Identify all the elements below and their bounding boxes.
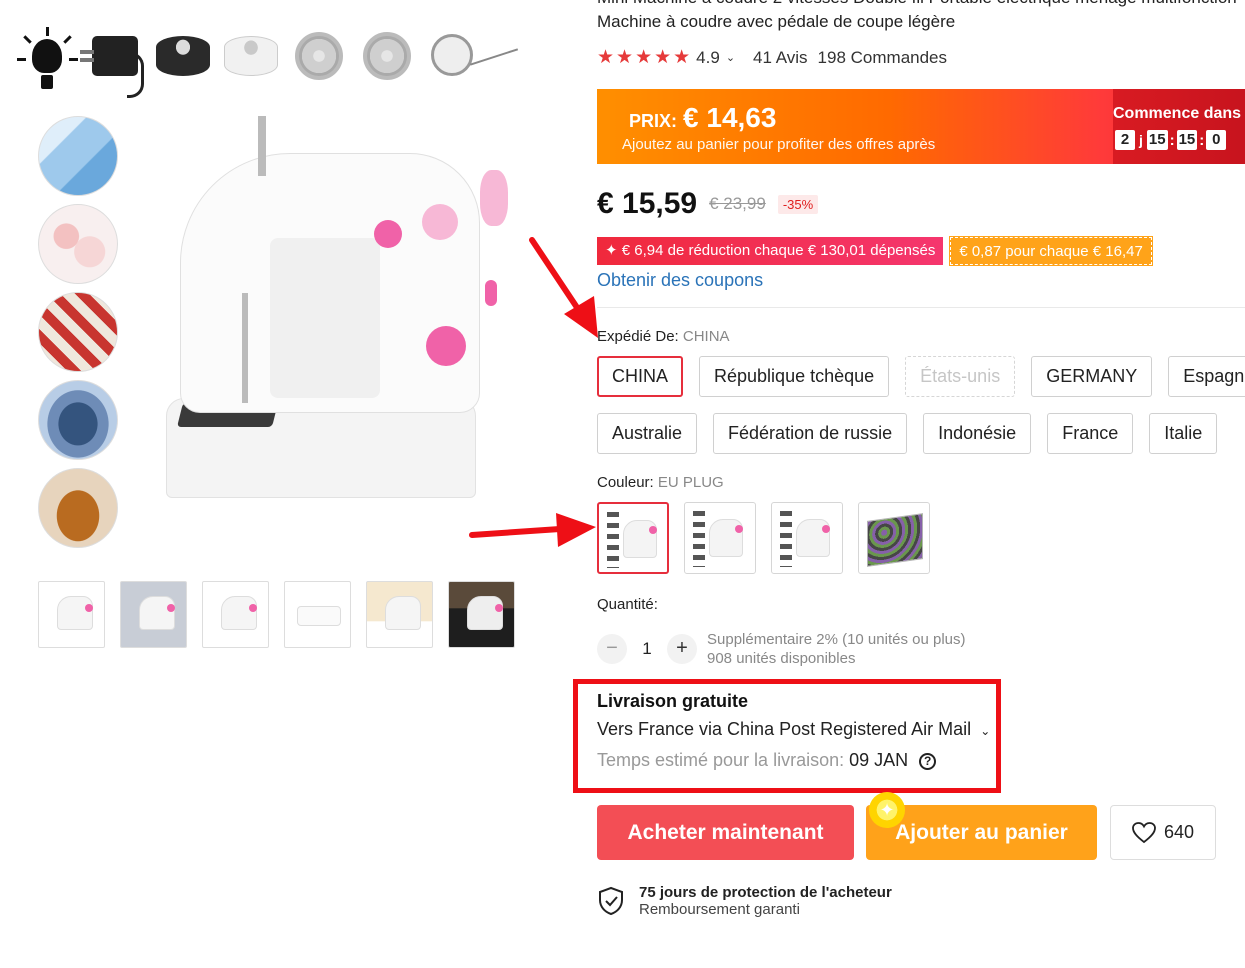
promo-price: € 14,63 bbox=[683, 102, 777, 133]
promo-note: Ajoutez au panier pour profiter des offr… bbox=[622, 136, 936, 153]
ship-from-option-australia[interactable]: Australie bbox=[597, 413, 698, 454]
ship-from-option-united-states: États-unis bbox=[905, 356, 1016, 397]
countdown-day-unit: j bbox=[1139, 132, 1143, 148]
power-adapter-image bbox=[80, 21, 144, 98]
wishlist-button[interactable]: 640 bbox=[1110, 805, 1216, 860]
related-item-thumbnail[interactable] bbox=[38, 116, 118, 196]
buyer-protection-subtitle: Remboursement garanti bbox=[639, 901, 800, 918]
related-item-thumbnail[interactable] bbox=[38, 204, 118, 284]
countdown-hours: 15 bbox=[1146, 130, 1168, 150]
gallery-thumbnail[interactable] bbox=[448, 581, 515, 648]
store-coupon[interactable]: ✦ € 6,94 de réduction chaque € 130,01 dé… bbox=[597, 237, 944, 265]
bobbin-image bbox=[358, 21, 416, 91]
delivery-estimate-label: Temps estimé pour la livraison: bbox=[597, 750, 845, 770]
shipping-route: Vers France via China Post Registered Ai… bbox=[597, 719, 972, 739]
quantity-label: Quantité: bbox=[597, 596, 658, 613]
quantity-decrease-button[interactable]: − bbox=[597, 634, 627, 664]
ship-from-label-text: Expédié De: bbox=[597, 328, 679, 345]
reviews-link[interactable]: 41 Avis bbox=[753, 48, 808, 68]
gallery-thumbnail[interactable] bbox=[202, 581, 269, 648]
discount-badge: -35% bbox=[777, 194, 819, 214]
bulk-discount-note: Supplémentaire 2% (10 unités ou plus) bbox=[707, 631, 966, 648]
price-row: € 15,59 € 23,99 -35% bbox=[597, 187, 819, 221]
ship-from-option-france[interactable]: France bbox=[1047, 413, 1134, 454]
rating-value: 4.9 bbox=[696, 47, 720, 67]
ship-from-option-germany[interactable]: GERMANY bbox=[1031, 356, 1153, 397]
chevron-down-icon: ⌄ bbox=[980, 724, 991, 738]
countdown-label: Commence dans bbox=[1113, 105, 1242, 122]
countdown-timer: 2 j 15 : 15 : 0 bbox=[1115, 130, 1227, 150]
color-swatch[interactable] bbox=[771, 502, 843, 574]
white-thread-spool-image bbox=[222, 21, 280, 91]
coupon-row: ✦ € 6,94 de réduction chaque € 130,01 dé… bbox=[597, 236, 1153, 266]
countdown-minutes: 15 bbox=[1176, 130, 1198, 150]
buy-now-button[interactable]: Acheter maintenant bbox=[597, 805, 854, 860]
promo-countdown-panel: Commence dans 2 j 15 : 15 : 0 bbox=[1113, 89, 1245, 164]
quantity-increase-button[interactable]: + bbox=[667, 634, 697, 664]
gallery-thumbnail[interactable] bbox=[366, 581, 433, 648]
stock-available: 908 unités disponibles bbox=[707, 650, 856, 667]
ship-from-option-china[interactable]: CHINA bbox=[597, 356, 684, 397]
quantity-input[interactable]: 1 bbox=[627, 639, 667, 659]
ship-from-option-italy[interactable]: Italie bbox=[1149, 413, 1218, 454]
heart-icon bbox=[1132, 821, 1156, 843]
rating-row: ★★★★★ 4.9 ⌄ 41 Avis 198 Commandes bbox=[597, 46, 947, 69]
countdown-days: 2 bbox=[1115, 130, 1135, 150]
promo-price-label: PRIX: bbox=[629, 111, 678, 131]
quantity-stepper: − 1 + Supplémentaire 2% (10 unités ou pl… bbox=[597, 630, 966, 668]
promo-banner: PRIX: € 14,63 Ajoutez au panier pour pro… bbox=[597, 89, 1245, 164]
gallery-thumbnail[interactable] bbox=[38, 581, 105, 648]
sparkle-icon: ✦ bbox=[869, 792, 905, 828]
divider bbox=[597, 307, 1245, 308]
delivery-estimate: Temps estimé pour la livraison: 09 JAN ? bbox=[597, 750, 937, 771]
help-icon[interactable]: ? bbox=[919, 752, 937, 770]
ship-from-option-czech-republic[interactable]: République tchèque bbox=[699, 356, 890, 397]
current-price: € 15,59 bbox=[597, 187, 698, 220]
ship-from-option-russia[interactable]: Fédération de russie bbox=[713, 413, 908, 454]
related-item-thumbnail[interactable] bbox=[38, 292, 118, 372]
select-coupon[interactable]: € 0,87 pour chaque € 16,47 bbox=[949, 236, 1153, 266]
color-label: Couleur: EU PLUG bbox=[597, 474, 724, 491]
wishlist-count: 640 bbox=[1163, 822, 1195, 842]
delivery-estimate-date: 09 JAN bbox=[849, 750, 909, 770]
shield-check-icon bbox=[599, 886, 623, 916]
rating-stars: ★★★★★ bbox=[597, 47, 693, 68]
color-selected-value: EU PLUG bbox=[657, 474, 724, 491]
color-swatches bbox=[597, 502, 930, 574]
bobbin-image bbox=[290, 21, 348, 91]
color-swatch[interactable] bbox=[684, 502, 756, 574]
related-item-thumbnail[interactable] bbox=[38, 380, 118, 460]
black-thread-spool-image bbox=[154, 21, 212, 91]
gallery-thumbnails bbox=[38, 581, 515, 648]
orders-count: 198 Commandes bbox=[817, 47, 948, 67]
shipping-method-selector[interactable]: Vers France via China Post Registered Ai… bbox=[597, 719, 990, 740]
gallery-thumbnail[interactable] bbox=[284, 581, 351, 648]
ship-from-option-indonesia[interactable]: Indonésie bbox=[923, 413, 1032, 454]
buyer-protection: 75 jours de protection de l'acheteur Rem… bbox=[597, 884, 892, 918]
ship-from-selected-value: CHINA bbox=[682, 328, 730, 345]
main-product-image[interactable] bbox=[150, 108, 540, 548]
shipping-title: Livraison gratuite bbox=[597, 691, 749, 711]
related-item-thumbnail[interactable] bbox=[38, 468, 118, 548]
get-coupons-link[interactable]: Obtenir des coupons bbox=[597, 270, 763, 291]
ship-from-option-spain[interactable]: Espagne bbox=[1168, 356, 1245, 397]
needle-threader-image bbox=[426, 21, 522, 91]
ship-from-label: Expédié De: CHINA bbox=[597, 328, 730, 345]
light-bulb-image bbox=[17, 21, 78, 91]
quantity-info: Supplémentaire 2% (10 unités ou plus) 90… bbox=[707, 630, 966, 668]
ship-from-options-row-2: Australie Fédération de russie Indonésie… bbox=[597, 413, 1218, 454]
color-label-text: Couleur: bbox=[597, 474, 654, 491]
chevron-down-icon[interactable]: ⌄ bbox=[726, 51, 735, 64]
original-price: € 23,99 bbox=[709, 194, 766, 213]
countdown-seconds: 0 bbox=[1206, 130, 1227, 150]
related-items-column bbox=[38, 116, 120, 548]
gallery-thumbnail[interactable] bbox=[120, 581, 187, 648]
accessory-strip bbox=[17, 12, 558, 100]
color-swatch-thread-box[interactable] bbox=[858, 502, 930, 574]
buyer-protection-title: 75 jours de protection de l'acheteur bbox=[639, 884, 892, 901]
ship-from-options-row-1: CHINA République tchèque États-unis GERM… bbox=[597, 356, 1245, 397]
product-title: Mini Machine à coudre 2 vitesses Double … bbox=[597, 0, 1237, 31]
color-swatch-eu-plug[interactable] bbox=[597, 502, 669, 574]
